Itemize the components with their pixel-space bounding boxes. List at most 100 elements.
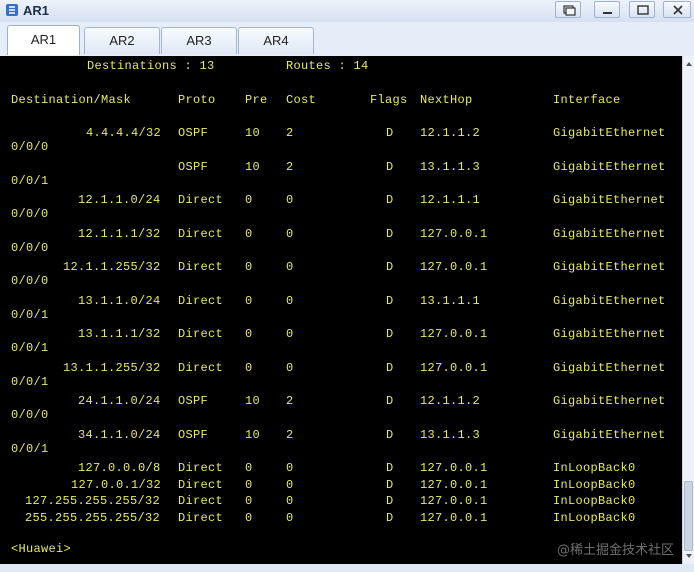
route-destination: 127.0.0.1/32 — [71, 477, 162, 492]
route-destination: 4.4.4.4/32 — [86, 126, 162, 140]
route-interface-continued: 0/0/1 — [11, 173, 49, 188]
route-proto: Direct — [178, 360, 224, 375]
route-interface: InLoopBack0 — [553, 461, 636, 475]
route-cost: 2 — [286, 394, 294, 408]
restore-button[interactable] — [555, 1, 581, 18]
tab-ar1[interactable]: AR1 — [7, 25, 80, 55]
route-flags: D — [386, 461, 394, 475]
window-title: AR1 — [23, 3, 50, 18]
watermark: @稀土掘金技术社区 — [556, 543, 674, 558]
route-flags: D — [386, 193, 394, 207]
route-interface-continued: 0/0/0 — [11, 240, 49, 255]
maximize-icon — [637, 5, 649, 15]
route-proto: Direct — [178, 293, 224, 308]
route-nexthop: 127.0.0.1 — [420, 226, 488, 241]
route-nexthop: 127.0.0.1 — [420, 511, 488, 526]
route-interface: InLoopBack0 — [553, 477, 636, 492]
route-interface-continued: 0/0/0 — [11, 274, 49, 288]
route-interface: GigabitEthernet — [553, 394, 666, 408]
route-interface-continued: 0/0/1 — [11, 341, 49, 355]
route-nexthop: 12.1.1.2 — [420, 394, 481, 408]
tab-ar2[interactable]: AR2 — [84, 27, 160, 54]
route-proto: Direct — [178, 477, 224, 492]
maximize-button[interactable] — [629, 1, 655, 18]
route-proto: Direct — [178, 327, 224, 341]
route-cost: 0 — [286, 494, 294, 509]
route-nexthop: 13.1.1.3 — [420, 427, 481, 442]
route-nexthop: 127.0.0.1 — [420, 360, 488, 375]
route-pre: 0 — [245, 461, 253, 475]
route-proto: Direct — [178, 260, 224, 274]
route-pre: 0 — [245, 193, 253, 207]
route-interface: GigabitEthernet — [553, 193, 666, 207]
window-bottom-edge — [0, 564, 694, 572]
route-flags: D — [386, 226, 394, 241]
route-pre: 0 — [245, 360, 253, 375]
route-destination: 127.0.0.0/8 — [78, 461, 161, 475]
route-destination: 12.1.1.0/24 — [78, 193, 161, 207]
route-pre: 10 — [245, 126, 261, 140]
close-button[interactable] — [663, 1, 691, 18]
route-proto: OSPF — [178, 126, 209, 140]
app-icon — [6, 4, 18, 16]
tab-bar: AR1 AR2 AR3 AR4 — [0, 22, 694, 57]
header-destination: Destination/Mask — [11, 93, 132, 107]
header-nexthop: NextHop — [420, 93, 473, 107]
route-proto: Direct — [178, 193, 224, 207]
header-pre: Pre — [245, 93, 268, 107]
title-bar: AR1 — [0, 0, 694, 23]
tab-ar3[interactable]: AR3 — [161, 27, 237, 54]
route-flags: D — [386, 327, 394, 341]
route-interface-continued: 0/0/1 — [11, 441, 49, 456]
header-proto: Proto — [178, 93, 216, 107]
route-cost: 0 — [286, 327, 294, 341]
route-nexthop: 127.0.0.1 — [420, 461, 488, 475]
route-cost: 0 — [286, 226, 294, 241]
route-proto: OSPF — [178, 394, 209, 408]
route-pre: 10 — [245, 159, 261, 174]
scrollbar-thumb[interactable] — [684, 481, 693, 551]
route-interface: GigabitEthernet — [553, 126, 666, 140]
route-cost: 0 — [286, 477, 294, 492]
route-nexthop: 127.0.0.1 — [420, 494, 488, 509]
route-cost: 2 — [286, 159, 294, 174]
route-destination: 12.1.1.1/32 — [78, 226, 161, 241]
route-interface: GigabitEthernet — [553, 327, 666, 341]
route-flags: D — [386, 511, 394, 526]
route-interface-continued: 0/0/0 — [11, 408, 49, 422]
route-flags: D — [386, 494, 394, 509]
tab-ar4[interactable]: AR4 — [238, 27, 314, 54]
route-pre: 0 — [245, 511, 253, 526]
route-destination: 12.1.1.255/32 — [63, 260, 161, 274]
app-window: AR1 AR1 AR2 AR3 AR4 Destinations: 13 Ro… — [0, 0, 694, 572]
route-flags: D — [386, 293, 394, 308]
route-destination: 34.1.1.0/24 — [78, 427, 161, 442]
restore-icon — [563, 5, 576, 16]
route-nexthop: 12.1.1.2 — [420, 126, 481, 140]
route-nexthop: 13.1.1.1 — [420, 293, 481, 308]
route-flags: D — [386, 477, 394, 492]
minimize-icon — [603, 12, 612, 14]
vertical-scrollbar[interactable] — [682, 56, 694, 564]
route-cost: 0 — [286, 193, 294, 207]
route-interface: GigabitEthernet — [553, 260, 666, 274]
route-flags: D — [386, 427, 394, 442]
cli-prompt[interactable]: <Huawei> — [11, 542, 71, 556]
scroll-up-icon[interactable] — [684, 58, 694, 70]
terminal-console[interactable]: Destinations : 13 Routes : 14 Destinatio… — [0, 56, 682, 564]
destinations-count: Destinations : 13 — [87, 59, 215, 73]
scroll-down-icon[interactable] — [684, 550, 694, 562]
route-flags: D — [386, 360, 394, 375]
route-nexthop: 12.1.1.1 — [420, 193, 481, 207]
minimize-button[interactable] — [594, 1, 620, 18]
route-destination: 13.1.1.1/32 — [78, 327, 161, 341]
route-proto: OSPF — [178, 159, 209, 174]
route-nexthop: 127.0.0.1 — [420, 477, 488, 492]
route-pre: 10 — [245, 394, 261, 408]
route-interface: GigabitEthernet — [553, 427, 666, 442]
route-pre: 0 — [245, 477, 253, 492]
header-interface: Interface — [553, 93, 621, 107]
route-flags: D — [386, 260, 394, 274]
close-icon — [673, 5, 683, 15]
route-interface: InLoopBack0 — [553, 511, 636, 526]
